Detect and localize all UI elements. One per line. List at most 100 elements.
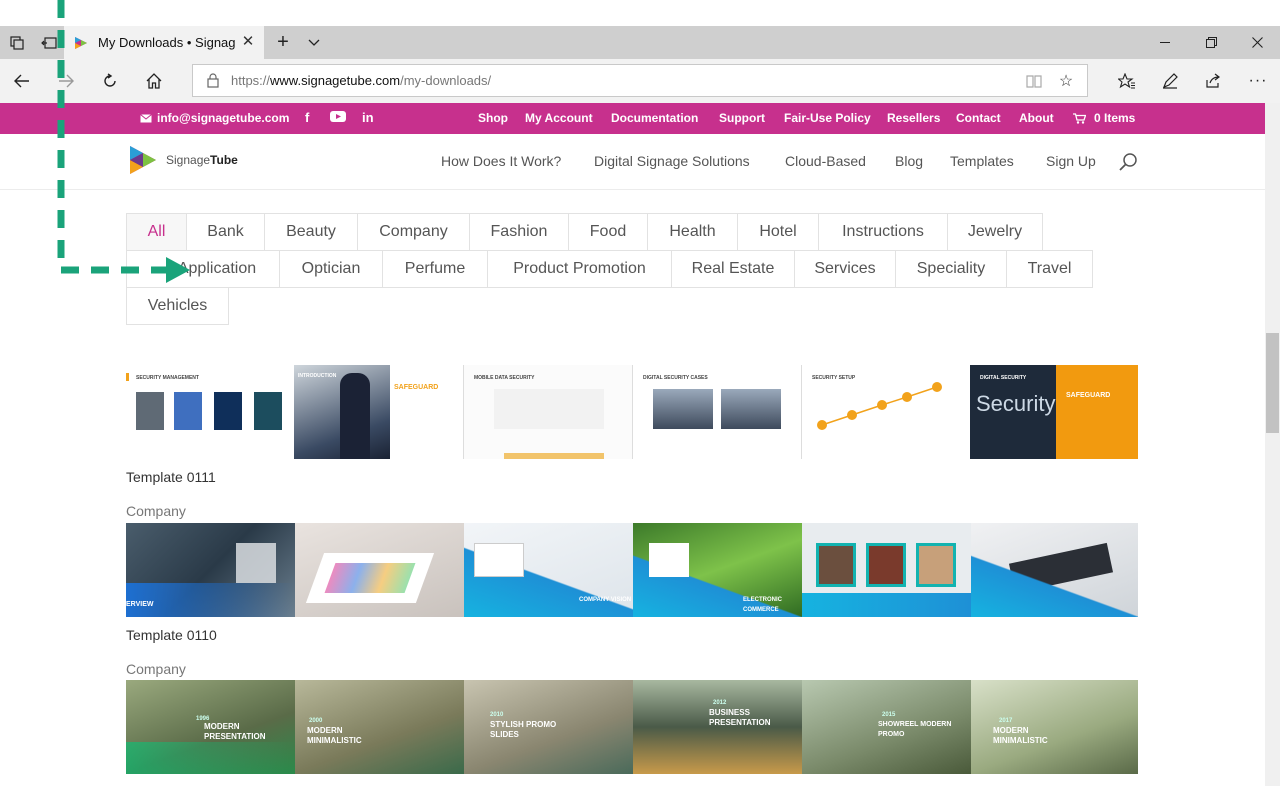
filter-all[interactable]: All <box>126 213 187 251</box>
topnav-shop[interactable]: Shop <box>478 111 508 125</box>
filter-company[interactable]: Company <box>357 213 470 251</box>
tab-title: My Downloads • Signag <box>98 35 236 50</box>
thumbnail[interactable]: Security Management <box>126 365 294 459</box>
address-field[interactable]: https://www.signagetube.com/my-downloads… <box>192 64 1088 97</box>
search-icon[interactable] <box>1118 152 1138 172</box>
signagetube-favicon-icon <box>75 36 87 49</box>
template-category: Company <box>126 503 186 519</box>
nav-digital-signage-solutions[interactable]: Digital Signage Solutions <box>594 153 750 169</box>
home-icon[interactable] <box>132 59 176 103</box>
thumbnail[interactable] <box>295 523 464 617</box>
thumbnail[interactable]: Digital Security Security SAFEGUARD <box>970 365 1138 459</box>
tab-actions-icon[interactable] <box>2 26 32 59</box>
template-title[interactable]: Template 0110 <box>126 627 217 643</box>
nav-sign-up[interactable]: Sign Up <box>1046 153 1096 169</box>
scrollbar-thumb[interactable] <box>1266 333 1279 433</box>
restore-icon[interactable] <box>1188 26 1234 59</box>
minimize-icon[interactable] <box>1142 26 1188 59</box>
topnav-about[interactable]: About <box>1019 111 1054 125</box>
template-title[interactable]: Template 0111 <box>126 469 216 485</box>
thumbnail[interactable]: 2000 MODERN MINIMALISTIC <box>295 680 464 774</box>
facebook-icon[interactable]: f <box>305 110 309 125</box>
more-menu-icon[interactable]: ··· <box>1236 59 1280 103</box>
topnav-contact[interactable]: Contact <box>956 111 1001 125</box>
thumbnail[interactable]: 2012 BUSINESS PRESENTATION <box>633 680 802 774</box>
envelope-icon <box>140 113 152 122</box>
site-top-bar: info@signagetube.com f in Shop My Accoun… <box>0 103 1265 134</box>
filter-health[interactable]: Health <box>647 213 738 251</box>
filter-travel[interactable]: Travel <box>1006 250 1093 288</box>
filter-fashion[interactable]: Fashion <box>469 213 569 251</box>
signagetube-logo-icon <box>130 146 156 174</box>
refresh-icon[interactable] <box>88 59 132 103</box>
linkedin-icon[interactable]: in <box>362 110 374 125</box>
pen-notes-icon[interactable] <box>1148 59 1192 103</box>
filter-perfume[interactable]: Perfume <box>382 250 488 288</box>
filter-speciality[interactable]: Speciality <box>895 250 1007 288</box>
new-tab-icon[interactable]: + <box>268 26 298 59</box>
filter-hotel[interactable]: Hotel <box>737 213 819 251</box>
tab-close-icon[interactable]: ✕ <box>240 34 256 50</box>
address-bar-row: https://www.signagetube.com/my-downloads… <box>0 59 1280 103</box>
filter-bank[interactable]: Bank <box>186 213 265 251</box>
set-aside-tabs-icon[interactable] <box>34 26 64 59</box>
template-category: Company <box>126 661 186 677</box>
url-text: https://www.signagetube.com/my-downloads… <box>231 73 492 88</box>
filter-application[interactable]: Application <box>126 250 280 288</box>
tab-list-chevron-icon[interactable] <box>299 26 329 59</box>
template-thumbnails-security[interactable]: Security Management SAFEGUARD Introducti… <box>126 365 1138 459</box>
filter-food[interactable]: Food <box>568 213 648 251</box>
site-header: SignageTube How Does It Work? Digital Si… <box>0 134 1265 190</box>
thumbnail[interactable]: 2017 MODERN MINIMALISTIC <box>971 680 1138 774</box>
filter-beauty[interactable]: Beauty <box>264 213 358 251</box>
nav-blog[interactable]: Blog <box>895 153 923 169</box>
filter-product-promotion[interactable]: Product Promotion <box>487 250 672 288</box>
page-scrollbar[interactable] <box>1265 103 1280 786</box>
template-thumbnails-0110[interactable]: 1996 MODERN PRESENTATION 2000 MODERN MIN… <box>126 680 1138 774</box>
back-arrow-icon[interactable] <box>0 59 44 103</box>
thumbnail[interactable]: Security Setup <box>801 365 970 459</box>
thumbnail[interactable]: ERVIEW <box>126 523 295 617</box>
topnav-my-account[interactable]: My Account <box>525 111 593 125</box>
thumbnail[interactable]: 2015 SHOWREEL MODERN PROMO <box>802 680 971 774</box>
email-link[interactable]: info@signagetube.com <box>140 111 289 125</box>
filter-instructions[interactable]: Instructions <box>818 213 948 251</box>
nav-templates[interactable]: Templates <box>950 153 1014 169</box>
thumbnail[interactable]: SAFEGUARD Introduction <box>294 365 463 459</box>
tab-bar: My Downloads • Signag ✕ + <box>0 26 1280 59</box>
filter-services[interactable]: Services <box>794 250 896 288</box>
thumbnail[interactable] <box>802 523 971 617</box>
browser-window: My Downloads • Signag ✕ + https://www.si… <box>0 0 1280 786</box>
cart-link[interactable]: 0 Items <box>1073 111 1135 125</box>
site-logo[interactable]: SignageTube <box>128 144 238 176</box>
lock-icon <box>207 73 219 88</box>
top-strip <box>0 0 1280 26</box>
topnav-resellers[interactable]: Resellers <box>887 111 940 125</box>
thumbnail[interactable] <box>971 523 1138 617</box>
reading-view-icon[interactable] <box>1023 71 1045 91</box>
thumbnail[interactable]: 2010 STYLISH PROMO SLIDES <box>464 680 633 774</box>
share-icon[interactable] <box>1191 59 1235 103</box>
tab-my-downloads[interactable]: My Downloads • Signag ✕ <box>64 26 264 59</box>
thumbnail[interactable]: 1996 MODERN PRESENTATION <box>126 680 295 774</box>
favorite-star-icon[interactable]: ☆ <box>1055 71 1077 91</box>
filter-vehicles[interactable]: Vehicles <box>126 287 229 325</box>
close-window-icon[interactable] <box>1234 26 1280 59</box>
filter-real-estate[interactable]: Real Estate <box>671 250 795 288</box>
thumbnail[interactable]: ELECTRONIC COMMERCE <box>633 523 802 617</box>
youtube-icon[interactable] <box>330 110 346 125</box>
template-thumbnails-0111[interactable]: ERVIEW COMPANY VISION ELECTRONIC COMMERC… <box>126 523 1138 617</box>
nav-how-does-it-work[interactable]: How Does It Work? <box>441 153 561 169</box>
topnav-documentation[interactable]: Documentation <box>611 111 698 125</box>
forward-arrow-icon[interactable] <box>44 59 88 103</box>
thumbnail[interactable]: Mobile Data Security <box>463 365 632 459</box>
thumbnail[interactable]: COMPANY VISION <box>464 523 633 617</box>
favorites-hub-icon[interactable] <box>1105 59 1149 103</box>
topnav-fair-use-policy[interactable]: Fair-Use Policy <box>784 111 871 125</box>
thumbnail[interactable]: Digital Security Cases <box>632 365 801 459</box>
filter-optician[interactable]: Optician <box>279 250 383 288</box>
filter-jewelry[interactable]: Jewelry <box>947 213 1043 251</box>
topnav-support[interactable]: Support <box>719 111 765 125</box>
cart-icon <box>1073 112 1086 124</box>
nav-cloud-based[interactable]: Cloud-Based <box>785 153 866 169</box>
